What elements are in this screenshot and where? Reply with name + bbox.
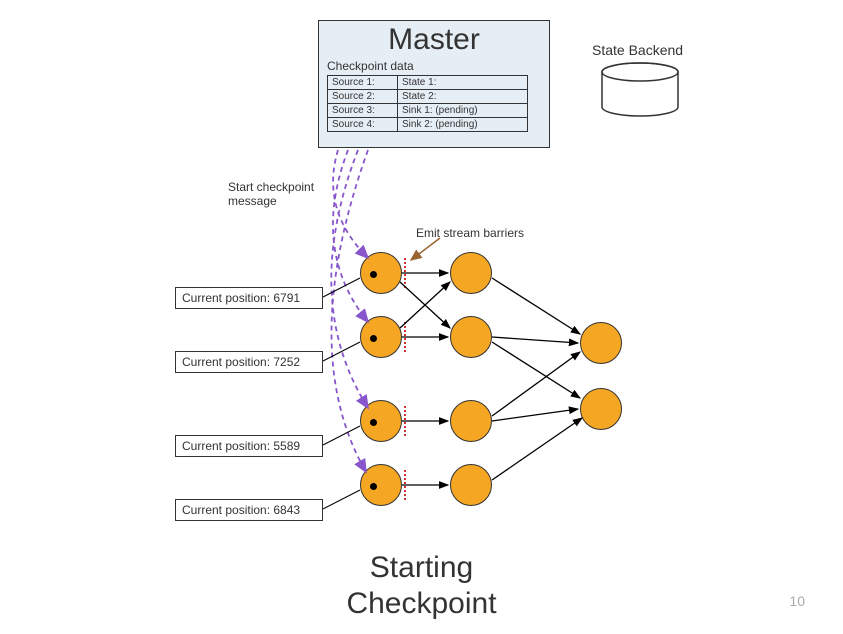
barrier-tick-icon: [404, 322, 406, 352]
operator-node: [450, 464, 492, 506]
edge: [492, 409, 578, 421]
emit-barrier-arrow: [411, 238, 440, 260]
operator-node: [450, 252, 492, 294]
pointer-line: [323, 426, 360, 445]
table-cell: Source 1:: [328, 76, 398, 90]
checkpoint-data-label: Checkpoint data: [319, 59, 549, 75]
table-cell: State 2:: [398, 90, 528, 104]
table-row: Source 1: State 1:: [328, 76, 528, 90]
table-row: Source 4: Sink 2: (pending): [328, 118, 528, 132]
operator-node: [450, 400, 492, 442]
edge: [492, 337, 578, 343]
sink-node: [580, 388, 622, 430]
checkpoint-table: Source 1: State 1: Source 2: State 2: So…: [327, 75, 528, 132]
edge: [492, 352, 580, 416]
start-checkpoint-label: Start checkpoint message: [228, 180, 314, 209]
sink-node: [580, 322, 622, 364]
source-node: [360, 252, 402, 294]
position-box: Current position: 5589: [175, 435, 323, 457]
operator-node: [450, 316, 492, 358]
source-node: [360, 464, 402, 506]
edge: [492, 278, 580, 334]
position-box: Current position: 6843: [175, 499, 323, 521]
state-backend-cylinder-icon: [600, 62, 680, 117]
master-box: Master Checkpoint data Source 1: State 1…: [318, 20, 550, 148]
edge: [492, 342, 580, 398]
table-cell: Source 4:: [328, 118, 398, 132]
table-cell: State 1:: [398, 76, 528, 90]
position-box: Current position: 7252: [175, 351, 323, 373]
pointer-line: [323, 342, 360, 361]
master-title: Master: [319, 21, 549, 59]
pointer-line: [323, 278, 360, 297]
table-cell: Source 2:: [328, 90, 398, 104]
edge: [492, 418, 582, 480]
table-cell: Sink 2: (pending): [398, 118, 528, 132]
pointer-line: [323, 490, 360, 509]
checkpoint-arrow: [333, 150, 368, 322]
barrier-tick-icon: [404, 258, 406, 288]
table-cell: Sink 1: (pending): [398, 104, 528, 118]
emit-barriers-label: Emit stream barriers: [416, 226, 524, 240]
position-box: Current position: 6791: [175, 287, 323, 309]
checkpoint-arrow: [333, 150, 368, 258]
page-title: Starting Checkpoint: [0, 550, 843, 622]
page-number: 10: [789, 593, 805, 609]
state-backend-label: State Backend: [592, 42, 683, 58]
table-cell: Source 3:: [328, 104, 398, 118]
table-row: Source 3: Sink 1: (pending): [328, 104, 528, 118]
edge: [400, 282, 450, 328]
barrier-tick-icon: [404, 406, 406, 436]
source-node: [360, 400, 402, 442]
edge: [400, 282, 450, 328]
barrier-tick-icon: [404, 470, 406, 500]
source-node: [360, 316, 402, 358]
table-row: Source 2: State 2:: [328, 90, 528, 104]
